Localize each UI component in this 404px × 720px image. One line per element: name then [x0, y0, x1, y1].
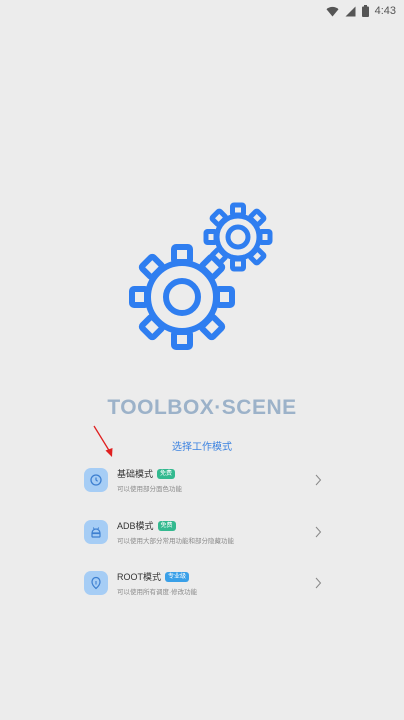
- gears-logo-icon: [129, 202, 273, 350]
- shield-icon: [84, 571, 108, 595]
- wifi-icon: [326, 6, 339, 17]
- mode-select-subtitle: 选择工作模式: [172, 442, 232, 453]
- status-bar: 4:43: [0, 0, 404, 22]
- chevron-right-icon: [312, 474, 324, 486]
- android-icon: [84, 520, 108, 544]
- mode-badge: 免费: [157, 468, 176, 479]
- signal-icon: [345, 6, 356, 16]
- mode-item-basic[interactable]: 基础模式 免费 可以使用部分面色功能: [84, 460, 324, 500]
- mode-description: 可以使用所有调度·修改功能: [117, 589, 198, 596]
- battery-icon: [361, 5, 369, 17]
- chevron-right-icon: [312, 577, 324, 589]
- mode-description: 可以使用部分面色功能: [117, 486, 182, 493]
- annotation-arrow-icon: [93, 425, 113, 457]
- mode-name: ROOT模式: [117, 572, 161, 582]
- mode-item-root[interactable]: ROOT模式 专业级 可以使用所有调度·修改功能: [84, 563, 324, 603]
- clock-icon: [84, 468, 108, 492]
- status-time: 4:43: [374, 5, 396, 17]
- mode-name: ADB模式: [117, 521, 154, 531]
- chevron-right-icon: [312, 526, 324, 538]
- mode-badge: 免费: [157, 520, 176, 531]
- mode-item-adb[interactable]: ADB模式 免费 可以使用大部分常用功能和部分隐藏功能: [84, 512, 324, 552]
- app-title: TOOLBOX·SCENE: [107, 396, 297, 419]
- mode-description: 可以使用大部分常用功能和部分隐藏功能: [117, 538, 234, 545]
- mode-badge: 专业级: [165, 571, 190, 582]
- mode-name: 基础模式: [117, 469, 154, 479]
